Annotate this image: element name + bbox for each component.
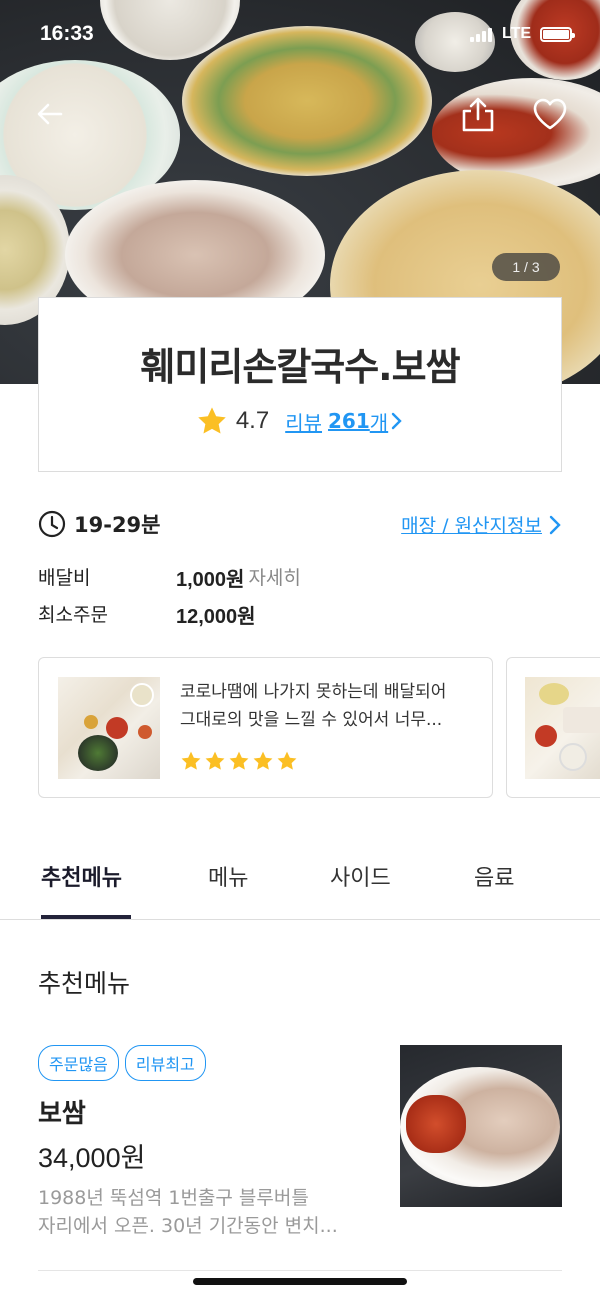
review-photo <box>58 677 160 779</box>
delivery-time: 19-29분 <box>74 513 161 537</box>
menu-item-name: 보쌈 <box>38 1099 86 1129</box>
favorite-button[interactable] <box>530 94 570 134</box>
image-counter: 1 / 3 <box>492 253 560 281</box>
share-button[interactable] <box>458 94 498 134</box>
star-icon <box>205 751 225 770</box>
chevron-right-icon <box>549 515 561 534</box>
divider <box>38 1270 562 1271</box>
review-text-line: 그대로의 맛을 느낄 수 있어서 너무... <box>180 710 443 730</box>
rating-row: 4.7 리뷰 261 개 <box>39 405 561 437</box>
review-count: 261 <box>328 409 370 433</box>
delivery-time-row: 19-29분 <box>38 509 160 539</box>
menu-tabs: 추천메뉴 메뉴 사이드 음료 <box>0 840 600 920</box>
menu-item-description: 1988년 뚝섬역 1번출구 블루버틀 자리에서 오픈. 30년 기간동안 변치… <box>38 1184 378 1240</box>
chevron-right-icon <box>391 412 402 430</box>
review-stars <box>180 750 298 772</box>
store-info-card: 훼미리손칼국수.보쌈 4.7 리뷰 261 개 <box>38 297 562 472</box>
min-order-value: 12,000원 <box>176 606 256 628</box>
review-label: 리뷰 <box>285 410 323 435</box>
fee-detail-link[interactable]: 자세히 <box>248 563 300 592</box>
active-tab-indicator <box>41 915 131 919</box>
badge-top-review: 리뷰최고 <box>124 1045 206 1081</box>
home-indicator[interactable] <box>193 1278 407 1285</box>
tab-recommended[interactable]: 추천메뉴 <box>41 860 122 892</box>
heart-icon <box>533 98 567 130</box>
section-title: 추천메뉴 <box>38 969 131 998</box>
badge-popular: 주문많음 <box>38 1045 119 1081</box>
menu-item-photo <box>400 1045 562 1207</box>
clock-icon <box>38 510 66 538</box>
review-suffix: 개 <box>369 410 389 435</box>
review-text: 코로나땜에 나가지 못하는데 배달되어 그대로의 맛을 느낄 수 있어서 너무.… <box>180 678 480 734</box>
menu-desc-line: 1988년 뚝섬역 1번출구 블루버틀 <box>38 1187 309 1209</box>
origin-info-link[interactable]: 매장 / 원산지정보 <box>401 511 562 538</box>
tab-menu[interactable]: 메뉴 <box>208 860 248 892</box>
review-card[interactable] <box>506 657 600 798</box>
min-order-label: 최소주문 <box>38 604 108 626</box>
delivery-fee-row: 배달비 1,000원 자세히 <box>38 563 301 592</box>
review-text-line: 코로나땜에 나가지 못하는데 배달되어 <box>180 682 447 702</box>
status-time: 16:33 <box>40 22 94 45</box>
share-icon <box>462 97 494 132</box>
star-icon <box>229 751 249 770</box>
signal-icon <box>470 28 492 42</box>
review-card[interactable]: 코로나땜에 나가지 못하는데 배달되어 그대로의 맛을 느낄 수 있어서 너무.… <box>38 657 493 798</box>
star-icon <box>198 407 226 434</box>
delivery-fee-value: 1,000원 <box>176 569 245 591</box>
star-icon <box>181 751 201 770</box>
network-label: LTE <box>502 25 532 42</box>
delivery-fee-label: 배달비 <box>38 567 91 589</box>
star-icon <box>253 751 273 770</box>
min-order-row: 최소주문 12,000원 <box>38 600 256 629</box>
battery-icon <box>540 27 575 42</box>
origin-info-label: 매장 / 원산지정보 <box>401 515 542 537</box>
status-bar: 16:33 LTE <box>0 22 600 52</box>
star-icon <box>277 751 297 770</box>
review-link[interactable]: 리뷰 261 개 <box>285 407 404 436</box>
menu-item-price: 34,000원 <box>38 1143 146 1173</box>
review-photo <box>525 677 600 779</box>
menu-desc-line: 자리에서 오픈. 30년 기간동안 변치... <box>38 1215 338 1237</box>
back-button[interactable] <box>30 94 70 134</box>
tab-drinks[interactable]: 음료 <box>474 860 514 892</box>
rating-value: 4.7 <box>235 407 270 434</box>
tab-side[interactable]: 사이드 <box>330 860 391 892</box>
store-name: 훼미리손칼국수.보쌈 <box>140 345 460 389</box>
menu-badges: 주문많음 리뷰최고 <box>38 1045 206 1081</box>
arrow-left-icon <box>37 103 63 125</box>
